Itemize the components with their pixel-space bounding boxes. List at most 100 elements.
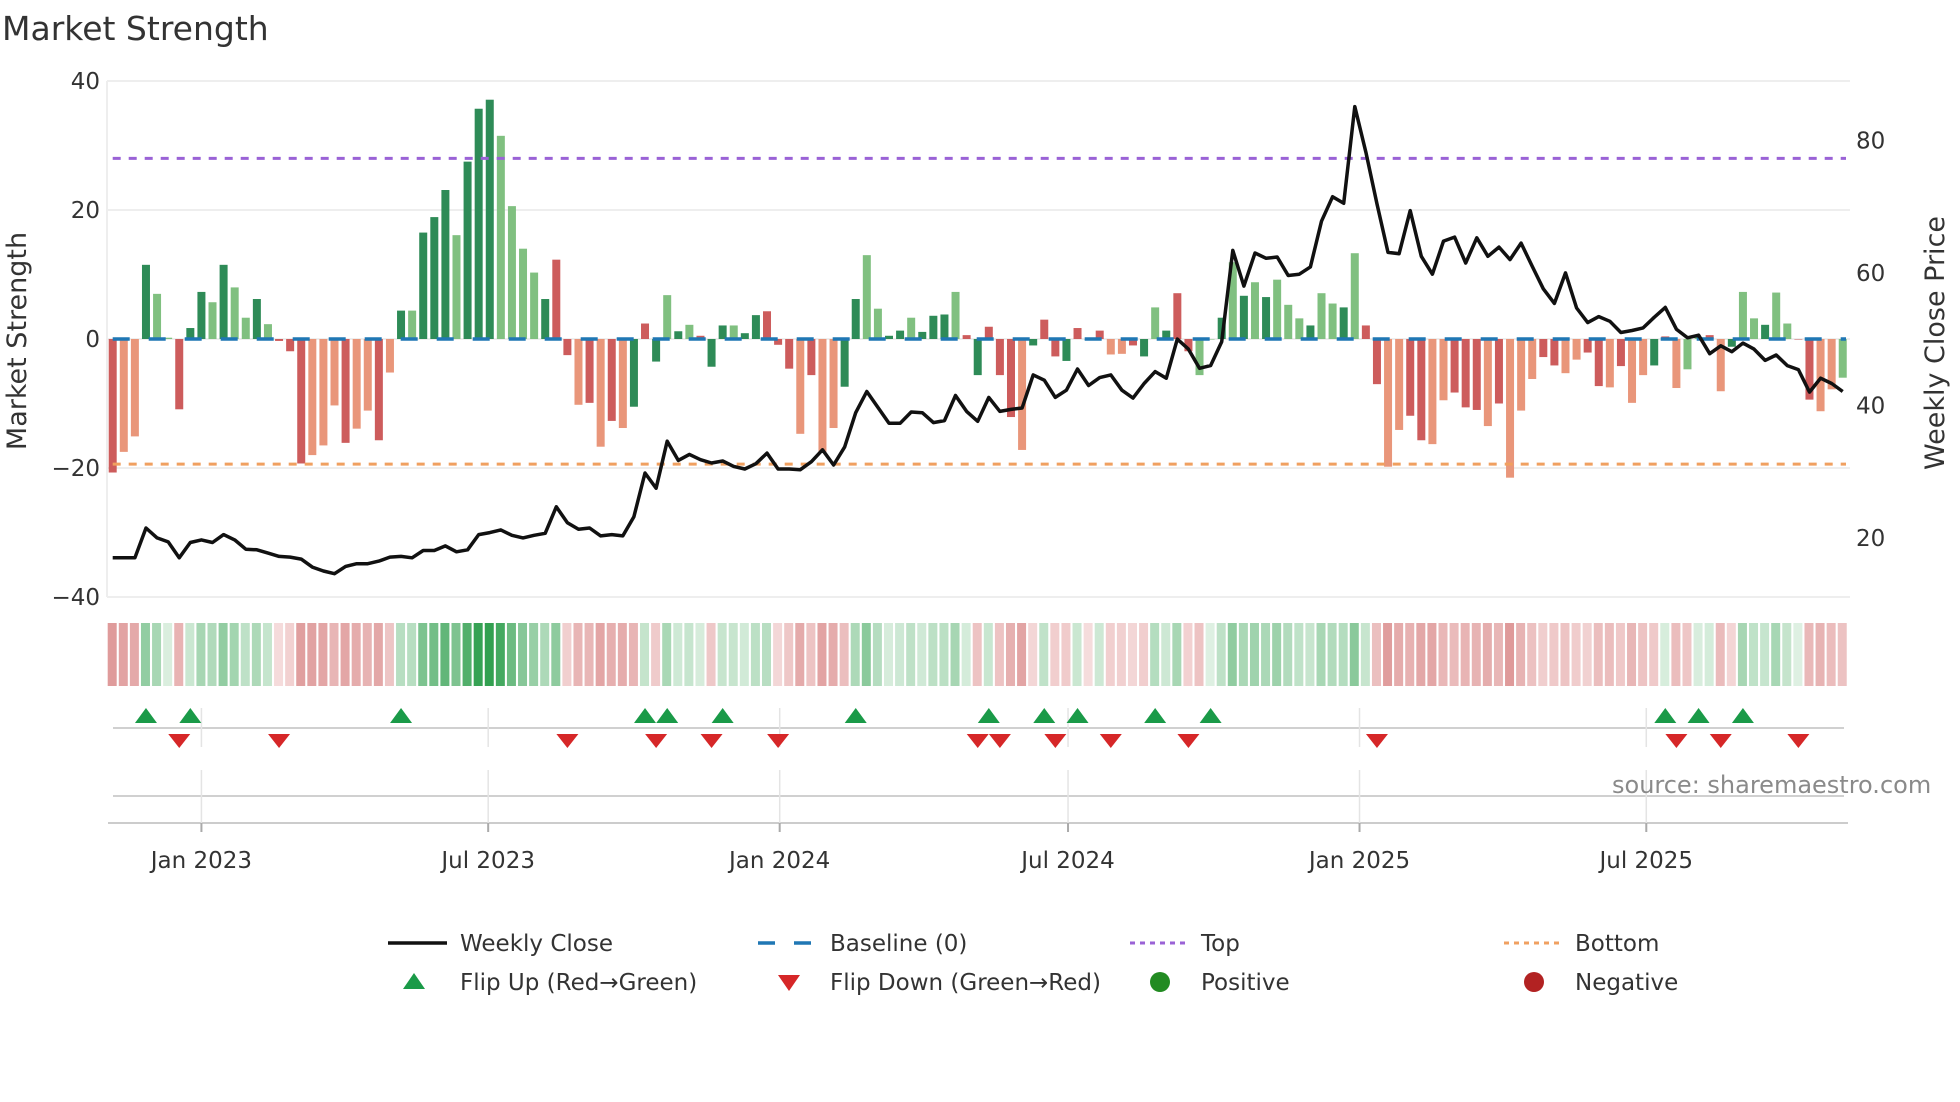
heat-cell bbox=[1627, 623, 1637, 686]
strength-bar bbox=[507, 206, 516, 339]
heat-cell bbox=[1116, 623, 1126, 686]
strength-bar bbox=[352, 339, 361, 429]
heat-cell bbox=[540, 623, 550, 686]
heat-cell bbox=[1538, 623, 1548, 686]
strength-bar bbox=[463, 161, 472, 339]
strength-bar bbox=[1483, 339, 1492, 427]
strength-bar bbox=[1029, 339, 1038, 346]
strength-bar bbox=[995, 339, 1004, 376]
strength-bar bbox=[1372, 339, 1381, 385]
heat-cell bbox=[750, 623, 760, 686]
heat-cell bbox=[1593, 623, 1603, 686]
heat-cell bbox=[1261, 623, 1271, 686]
strength-bar bbox=[130, 339, 139, 437]
legend-bottom-label: Bottom bbox=[1575, 931, 1659, 957]
flip-down-marker bbox=[1787, 734, 1810, 748]
strength-bar bbox=[1239, 295, 1248, 339]
strength-bar bbox=[785, 339, 794, 369]
strength-bar bbox=[341, 339, 350, 443]
heat-cell bbox=[1771, 623, 1781, 686]
strength-bar bbox=[1561, 339, 1570, 374]
heat-cell bbox=[673, 623, 683, 686]
heat-cell bbox=[1383, 623, 1393, 686]
strength-bar bbox=[796, 339, 805, 434]
heat-cell bbox=[1438, 623, 1448, 686]
strength-bar bbox=[1406, 339, 1415, 416]
heat-cell bbox=[1072, 623, 1082, 686]
heat-cell bbox=[1205, 623, 1215, 686]
y-tick-label-right: 40 bbox=[1856, 393, 1885, 419]
heat-cell bbox=[495, 623, 505, 686]
heat-cell bbox=[1028, 623, 1038, 686]
strength-bar bbox=[241, 317, 250, 339]
heat-cell bbox=[1150, 623, 1160, 686]
flip-up-marker bbox=[134, 708, 157, 723]
strength-bar bbox=[1006, 339, 1015, 418]
strength-bar bbox=[119, 339, 128, 452]
y-axis-label-left: Market Strength bbox=[2, 232, 33, 450]
y-tick-label-left: 20 bbox=[71, 198, 100, 224]
heat-cell bbox=[1394, 623, 1404, 686]
heat-cell bbox=[1560, 623, 1570, 686]
y-tick-label-right: 60 bbox=[1856, 261, 1885, 287]
strength-bar bbox=[751, 315, 760, 339]
strength-bar bbox=[1317, 293, 1326, 339]
heat-cell bbox=[1161, 623, 1171, 686]
strength-bar bbox=[707, 339, 716, 367]
heat-cell bbox=[739, 623, 749, 686]
heat-cell bbox=[1360, 623, 1370, 686]
flip-up-marker bbox=[179, 708, 202, 723]
heat-cell bbox=[1416, 623, 1426, 686]
heat-cell bbox=[584, 623, 594, 686]
legend-flip-down-icon bbox=[778, 975, 800, 991]
legend-positive-label: Positive bbox=[1201, 970, 1290, 996]
y-tick-label-left: −20 bbox=[51, 456, 100, 482]
heat-cell bbox=[595, 623, 605, 686]
heat-cell bbox=[1837, 623, 1847, 686]
flip-down-marker bbox=[1365, 734, 1388, 748]
heat-cell bbox=[1726, 623, 1736, 686]
source-credit: source: sharemaestro.com bbox=[1612, 771, 1931, 799]
strength-bar bbox=[1051, 339, 1060, 357]
strength-bar bbox=[1262, 297, 1271, 339]
heat-cell bbox=[1760, 623, 1770, 686]
heat-cell bbox=[251, 623, 261, 686]
heat-cell bbox=[462, 623, 472, 686]
heat-cell bbox=[129, 623, 139, 686]
heat-cell bbox=[1249, 623, 1259, 686]
heat-cell bbox=[1549, 623, 1559, 686]
strength-bar bbox=[319, 339, 328, 446]
heat-cell bbox=[1039, 623, 1049, 686]
heat-cell bbox=[407, 623, 417, 686]
heat-cell bbox=[1704, 623, 1714, 686]
strength-bar bbox=[1517, 339, 1526, 411]
strength-bar bbox=[585, 339, 594, 403]
flip-down-marker bbox=[1099, 734, 1122, 748]
flip-down-marker bbox=[966, 734, 989, 748]
strength-bar bbox=[1328, 303, 1337, 339]
strength-bar bbox=[641, 323, 650, 339]
heat-cell bbox=[828, 623, 838, 686]
strength-bar bbox=[1650, 339, 1659, 366]
strength-bar bbox=[563, 339, 572, 356]
heat-cell bbox=[296, 623, 306, 686]
heat-cell bbox=[983, 623, 993, 686]
heat-cell bbox=[118, 623, 128, 686]
heat-cell bbox=[972, 623, 982, 686]
strength-bar bbox=[1628, 339, 1637, 403]
strength-bar bbox=[197, 291, 206, 339]
x-ticks: Jan 2023 Jul 2023 Jan 2024 Jul 2024 Jan 2025… bbox=[149, 708, 1693, 874]
heat-cell bbox=[1427, 623, 1437, 686]
heat-cell bbox=[728, 623, 738, 686]
heat-cell bbox=[795, 623, 805, 686]
strength-bar bbox=[851, 299, 860, 339]
strength-bar bbox=[1384, 339, 1393, 467]
strength-bar bbox=[530, 272, 539, 339]
strength-bar bbox=[275, 339, 284, 341]
heat-cell bbox=[1682, 623, 1692, 686]
legend-weekly-close-label: Weekly Close bbox=[460, 931, 613, 957]
strength-bar bbox=[1772, 292, 1781, 339]
strength-bar bbox=[896, 330, 905, 339]
legend-baseline-label: Baseline (0) bbox=[830, 931, 967, 957]
strength-bar bbox=[718, 325, 727, 339]
